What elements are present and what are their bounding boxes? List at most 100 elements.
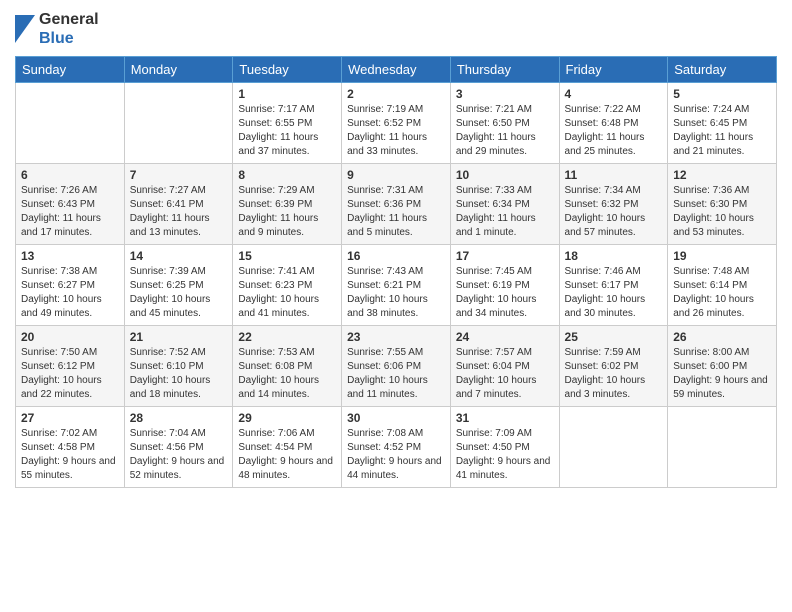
calendar-cell: 30 Sunrise: 7:08 AM Sunset: 4:52 PM Dayli… xyxy=(342,407,451,488)
calendar-week-1: 1 Sunrise: 7:17 AM Sunset: 6:55 PM Daylig… xyxy=(16,83,777,164)
calendar-cell: 27 Sunrise: 7:02 AM Sunset: 4:58 PM Dayli… xyxy=(16,407,125,488)
cell-content: Sunrise: 7:52 AM Sunset: 6:10 PM Dayligh… xyxy=(130,346,228,402)
calendar-cell: 20 Sunrise: 7:50 AM Sunset: 6:12 PM Dayli… xyxy=(16,326,125,407)
cell-content: Sunrise: 7:22 AM Sunset: 6:48 PM Dayligh… xyxy=(565,103,663,159)
cell-content: Sunrise: 7:34 AM Sunset: 6:32 PM Dayligh… xyxy=(565,184,663,240)
calendar-cell: 22 Sunrise: 7:53 AM Sunset: 6:08 PM Dayli… xyxy=(233,326,342,407)
cell-content: Sunrise: 7:36 AM Sunset: 6:30 PM Dayligh… xyxy=(673,184,771,240)
calendar-cell xyxy=(16,83,125,164)
page: GeneralBlue SundayMondayTuesdayWednesday… xyxy=(0,0,792,612)
day-header-tuesday: Tuesday xyxy=(233,57,342,83)
day-number: 6 xyxy=(21,168,119,182)
day-number: 11 xyxy=(565,168,663,182)
calendar-cell: 4 Sunrise: 7:22 AM Sunset: 6:48 PM Daylig… xyxy=(559,83,668,164)
cell-content: Sunrise: 7:43 AM Sunset: 6:21 PM Dayligh… xyxy=(347,265,445,321)
day-number: 22 xyxy=(238,330,336,344)
calendar-cell: 6Sunrise: 7:26 AM Sunset: 6:43 PM Daylig… xyxy=(16,164,125,245)
calendar-cell xyxy=(124,83,233,164)
calendar-cell: 21 Sunrise: 7:52 AM Sunset: 6:10 PM Dayli… xyxy=(124,326,233,407)
day-header-monday: Monday xyxy=(124,57,233,83)
cell-content: Sunrise: 7:09 AM Sunset: 4:50 PM Dayligh… xyxy=(456,427,554,483)
logo: GeneralBlue xyxy=(15,10,99,48)
day-number: 12 xyxy=(673,168,771,182)
calendar-cell: 31Sunrise: 7:09 AM Sunset: 4:50 PM Dayli… xyxy=(450,407,559,488)
calendar-week-2: 6Sunrise: 7:26 AM Sunset: 6:43 PM Daylig… xyxy=(16,164,777,245)
cell-content: Sunrise: 7:29 AM Sunset: 6:39 PM Dayligh… xyxy=(238,184,336,240)
day-number: 17 xyxy=(456,249,554,263)
calendar-cell: 24 Sunrise: 7:57 AM Sunset: 6:04 PM Dayli… xyxy=(450,326,559,407)
cell-content: Sunrise: 7:04 AM Sunset: 4:56 PM Dayligh… xyxy=(130,427,228,483)
day-number: 19 xyxy=(673,249,771,263)
logo-triangle-icon xyxy=(15,15,35,43)
day-number: 24 xyxy=(456,330,554,344)
day-number: 27 xyxy=(21,411,119,425)
header: GeneralBlue xyxy=(15,10,777,48)
day-number: 14 xyxy=(130,249,228,263)
calendar-week-4: 20 Sunrise: 7:50 AM Sunset: 6:12 PM Dayli… xyxy=(16,326,777,407)
cell-content: Sunrise: 7:19 AM Sunset: 6:52 PM Dayligh… xyxy=(347,103,445,159)
calendar-cell: 3Sunrise: 7:21 AM Sunset: 6:50 PM Daylig… xyxy=(450,83,559,164)
day-number: 30 xyxy=(347,411,445,425)
day-header-wednesday: Wednesday xyxy=(342,57,451,83)
day-header-friday: Friday xyxy=(559,57,668,83)
day-number: 2 xyxy=(347,87,445,101)
calendar-cell: 19 Sunrise: 7:48 AM Sunset: 6:14 PM Dayli… xyxy=(668,245,777,326)
cell-content: Sunrise: 7:59 AM Sunset: 6:02 PM Dayligh… xyxy=(565,346,663,402)
day-number: 4 xyxy=(565,87,663,101)
day-header-saturday: Saturday xyxy=(668,57,777,83)
day-number: 5 xyxy=(673,87,771,101)
calendar-cell: 7 Sunrise: 7:27 AM Sunset: 6:41 PM Daylig… xyxy=(124,164,233,245)
cell-content: Sunrise: 7:17 AM Sunset: 6:55 PM Dayligh… xyxy=(238,103,336,159)
day-number: 10 xyxy=(456,168,554,182)
cell-content: Sunrise: 7:41 AM Sunset: 6:23 PM Dayligh… xyxy=(238,265,336,321)
calendar-cell: 23Sunrise: 7:55 AM Sunset: 6:06 PM Dayli… xyxy=(342,326,451,407)
calendar-cell xyxy=(559,407,668,488)
cell-content: Sunrise: 7:48 AM Sunset: 6:14 PM Dayligh… xyxy=(673,265,771,321)
calendar-week-5: 27 Sunrise: 7:02 AM Sunset: 4:58 PM Dayli… xyxy=(16,407,777,488)
calendar-cell: 17Sunrise: 7:45 AM Sunset: 6:19 PM Dayli… xyxy=(450,245,559,326)
day-header-sunday: Sunday xyxy=(16,57,125,83)
cell-content: Sunrise: 7:33 AM Sunset: 6:34 PM Dayligh… xyxy=(456,184,554,240)
calendar-cell: 18Sunrise: 7:46 AM Sunset: 6:17 PM Dayli… xyxy=(559,245,668,326)
logo-general: General xyxy=(39,10,99,29)
calendar-cell: 16 Sunrise: 7:43 AM Sunset: 6:21 PM Dayli… xyxy=(342,245,451,326)
calendar-cell: 14 Sunrise: 7:39 AM Sunset: 6:25 PM Dayli… xyxy=(124,245,233,326)
day-number: 20 xyxy=(21,330,119,344)
cell-content: Sunrise: 7:38 AM Sunset: 6:27 PM Dayligh… xyxy=(21,265,119,321)
day-number: 23 xyxy=(347,330,445,344)
cell-content: Sunrise: 7:27 AM Sunset: 6:41 PM Dayligh… xyxy=(130,184,228,240)
calendar-cell: 9Sunrise: 7:31 AM Sunset: 6:36 PM Daylig… xyxy=(342,164,451,245)
calendar-cell: 12 Sunrise: 7:36 AM Sunset: 6:30 PM Dayli… xyxy=(668,164,777,245)
day-number: 16 xyxy=(347,249,445,263)
calendar-header-row: SundayMondayTuesdayWednesdayThursdayFrid… xyxy=(16,57,777,83)
day-number: 13 xyxy=(21,249,119,263)
cell-content: Sunrise: 7:53 AM Sunset: 6:08 PM Dayligh… xyxy=(238,346,336,402)
cell-content: Sunrise: 7:08 AM Sunset: 4:52 PM Dayligh… xyxy=(347,427,445,483)
cell-content: Sunrise: 7:02 AM Sunset: 4:58 PM Dayligh… xyxy=(21,427,119,483)
calendar-table: SundayMondayTuesdayWednesdayThursdayFrid… xyxy=(15,56,777,488)
calendar-cell xyxy=(668,407,777,488)
cell-content: Sunrise: 7:39 AM Sunset: 6:25 PM Dayligh… xyxy=(130,265,228,321)
calendar-cell: 5 Sunrise: 7:24 AM Sunset: 6:45 PM Daylig… xyxy=(668,83,777,164)
cell-content: Sunrise: 7:06 AM Sunset: 4:54 PM Dayligh… xyxy=(238,427,336,483)
cell-content: Sunrise: 7:50 AM Sunset: 6:12 PM Dayligh… xyxy=(21,346,119,402)
cell-content: Sunrise: 7:57 AM Sunset: 6:04 PM Dayligh… xyxy=(456,346,554,402)
day-number: 21 xyxy=(130,330,228,344)
day-number: 26 xyxy=(673,330,771,344)
cell-content: Sunrise: 7:31 AM Sunset: 6:36 PM Dayligh… xyxy=(347,184,445,240)
day-number: 8 xyxy=(238,168,336,182)
day-number: 7 xyxy=(130,168,228,182)
calendar-cell: 26Sunrise: 8:00 AM Sunset: 6:00 PM Dayli… xyxy=(668,326,777,407)
calendar-cell: 11 Sunrise: 7:34 AM Sunset: 6:32 PM Dayli… xyxy=(559,164,668,245)
calendar-cell: 10 Sunrise: 7:33 AM Sunset: 6:34 PM Dayli… xyxy=(450,164,559,245)
day-number: 18 xyxy=(565,249,663,263)
day-number: 3 xyxy=(456,87,554,101)
calendar-cell: 8 Sunrise: 7:29 AM Sunset: 6:39 PM Daylig… xyxy=(233,164,342,245)
day-number: 1 xyxy=(238,87,336,101)
calendar-cell: 15Sunrise: 7:41 AM Sunset: 6:23 PM Dayli… xyxy=(233,245,342,326)
calendar-cell: 29Sunrise: 7:06 AM Sunset: 4:54 PM Dayli… xyxy=(233,407,342,488)
cell-content: Sunrise: 7:24 AM Sunset: 6:45 PM Dayligh… xyxy=(673,103,771,159)
calendar-week-3: 13 Sunrise: 7:38 AM Sunset: 6:27 PM Dayli… xyxy=(16,245,777,326)
calendar-cell: 2 Sunrise: 7:19 AM Sunset: 6:52 PM Daylig… xyxy=(342,83,451,164)
calendar-cell: 13 Sunrise: 7:38 AM Sunset: 6:27 PM Dayli… xyxy=(16,245,125,326)
